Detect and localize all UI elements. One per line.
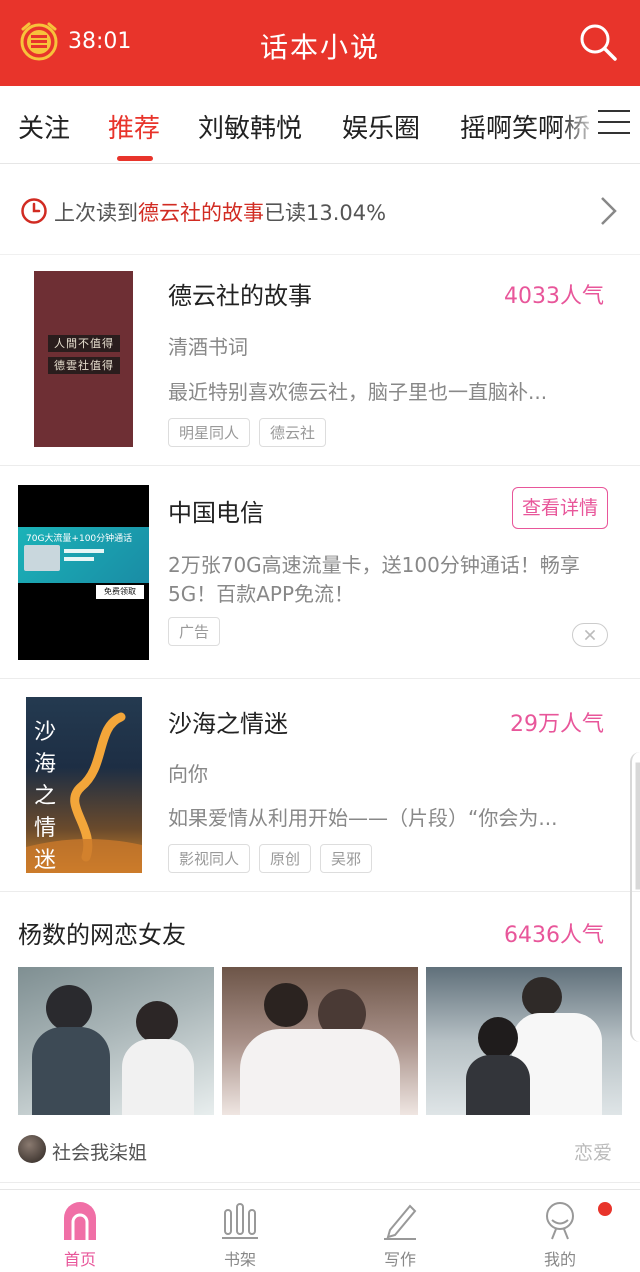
book-cover[interactable]: 人間不值得 德雲社值得 xyxy=(34,271,133,447)
bookshelf-icon xyxy=(222,1203,258,1239)
tag[interactable]: 德云社 xyxy=(259,418,327,447)
book-description: 最近特别喜欢德云社，脑子里也一直脑补... xyxy=(168,380,548,404)
ad-image[interactable]: 70G大流量+100分钟通话 免费领取 xyxy=(18,485,149,660)
bottom-navigation: 首页 书架 写作 我的 xyxy=(0,1189,640,1272)
nav-label: 我的 xyxy=(543,1250,576,1269)
ad-label: 广告 xyxy=(168,617,221,646)
nav-label: 写作 xyxy=(383,1250,416,1269)
nav-profile[interactable]: 我的 xyxy=(480,1190,640,1272)
home-icon xyxy=(64,1202,96,1240)
ad-banner: 70G大流量+100分钟通话 xyxy=(18,527,149,583)
ad-description: 2万张70G高速流量卡，送100分钟通话！畅享5G！百款APP免流！ xyxy=(168,553,580,606)
sim-card-image xyxy=(24,545,60,571)
book-card[interactable]: 人間不值得 德雲社值得 德云社的故事 4033人气 清酒书词 最近特别喜欢德云社… xyxy=(0,256,640,466)
nav-label: 首页 xyxy=(63,1250,96,1269)
last-read-banner[interactable]: 上次读到德云社的故事已读13.04% xyxy=(0,165,640,255)
tag[interactable]: 原创 xyxy=(259,844,312,873)
tab-recommended[interactable]: 推荐 xyxy=(108,108,160,145)
author-name[interactable]: 社会我柒姐 xyxy=(52,1138,147,1165)
tag-list: 影视同人 原创 吴邪 xyxy=(168,844,381,873)
cover-text-line: 人間不值得 xyxy=(48,335,120,352)
cover-text-line: 德雲社值得 xyxy=(48,357,120,374)
tab-entertainment[interactable]: 娱乐圈 xyxy=(342,108,420,145)
nav-home[interactable]: 首页 xyxy=(0,1190,160,1272)
nav-write[interactable]: 写作 xyxy=(320,1190,480,1272)
clock-icon xyxy=(21,198,47,224)
collage-image[interactable] xyxy=(426,967,622,1115)
last-read-progress: 已读13.04% xyxy=(264,201,387,225)
chevron-right-icon[interactable] xyxy=(598,195,618,227)
tab-fade xyxy=(560,86,600,162)
close-icon[interactable] xyxy=(572,623,608,647)
book-title[interactable]: 杨数的网恋女友 xyxy=(18,915,186,950)
nav-label: 书架 xyxy=(223,1250,256,1269)
app-header: 38:01 话本小说 xyxy=(0,0,640,86)
last-read-text: 上次读到德云社的故事已读13.04% xyxy=(54,197,386,227)
book-card[interactable]: 沙海之情迷 沙海之情迷 29万人气 向你 如果爱情从利用开始——（片段）“你会为… xyxy=(0,680,640,892)
book-author[interactable]: 清酒书词 xyxy=(168,331,248,360)
nav-bookshelf[interactable]: 书架 xyxy=(160,1190,320,1272)
cover-title-text: 沙海之情迷 xyxy=(34,720,57,873)
side-scroll-handle[interactable] xyxy=(630,752,640,1042)
tab-following[interactable]: 关注 xyxy=(18,108,70,145)
view-details-button[interactable]: 查看详情 xyxy=(512,487,608,529)
book-title[interactable]: 德云社的故事 xyxy=(168,276,312,311)
book-title[interactable]: 沙海之情迷 xyxy=(168,704,288,739)
popularity-count: 4033人气 xyxy=(504,284,604,309)
tag[interactable]: 影视同人 xyxy=(168,844,251,873)
active-tab-indicator xyxy=(117,156,153,161)
ad-banner-text: 70G大流量+100分钟通话 xyxy=(26,534,133,544)
last-read-book[interactable]: 德云社的故事 xyxy=(138,201,264,225)
ad-card[interactable]: 70G大流量+100分钟通话 免费领取 中国电信 查看详情 2万张70G高速流量… xyxy=(0,467,640,679)
menu-icon[interactable] xyxy=(598,110,630,140)
tab-liumin-hanyue[interactable]: 刘敏韩悦 xyxy=(198,108,302,145)
book-author[interactable]: 向你 xyxy=(168,758,208,787)
tag[interactable]: 吴邪 xyxy=(320,844,373,873)
notification-dot xyxy=(598,1202,612,1216)
tag[interactable]: 明星同人 xyxy=(168,418,251,447)
search-icon[interactable] xyxy=(578,22,618,62)
category-tabs: 关注 推荐 刘敏韩悦 娱乐圈 摇啊笑啊桥 xyxy=(0,86,640,164)
app-title: 话本小说 xyxy=(259,31,380,64)
profile-icon xyxy=(546,1202,574,1240)
last-read-prefix: 上次读到 xyxy=(54,201,138,225)
collage-image[interactable] xyxy=(18,967,214,1115)
ad-title[interactable]: 中国电信 xyxy=(168,493,264,528)
ad-cta-label: 免费领取 xyxy=(96,585,144,599)
book-description: 如果爱情从利用开始——（片段）“你会为... xyxy=(168,806,558,830)
collage-book-card[interactable]: 杨数的网恋女友 6436人气 社会我柒姐 恋爱 xyxy=(0,893,640,1183)
avatar[interactable] xyxy=(18,1135,46,1163)
image-collage[interactable] xyxy=(18,967,630,1115)
genre-label: 恋爱 xyxy=(573,1142,612,1164)
popularity-count: 29万人气 xyxy=(510,712,604,737)
book-cover[interactable]: 沙海之情迷 xyxy=(26,697,142,873)
collage-image[interactable] xyxy=(222,967,418,1115)
tag-list: 明星同人 德云社 xyxy=(168,418,335,447)
popularity-count: 6436人气 xyxy=(504,923,604,948)
pen-icon xyxy=(384,1204,417,1240)
